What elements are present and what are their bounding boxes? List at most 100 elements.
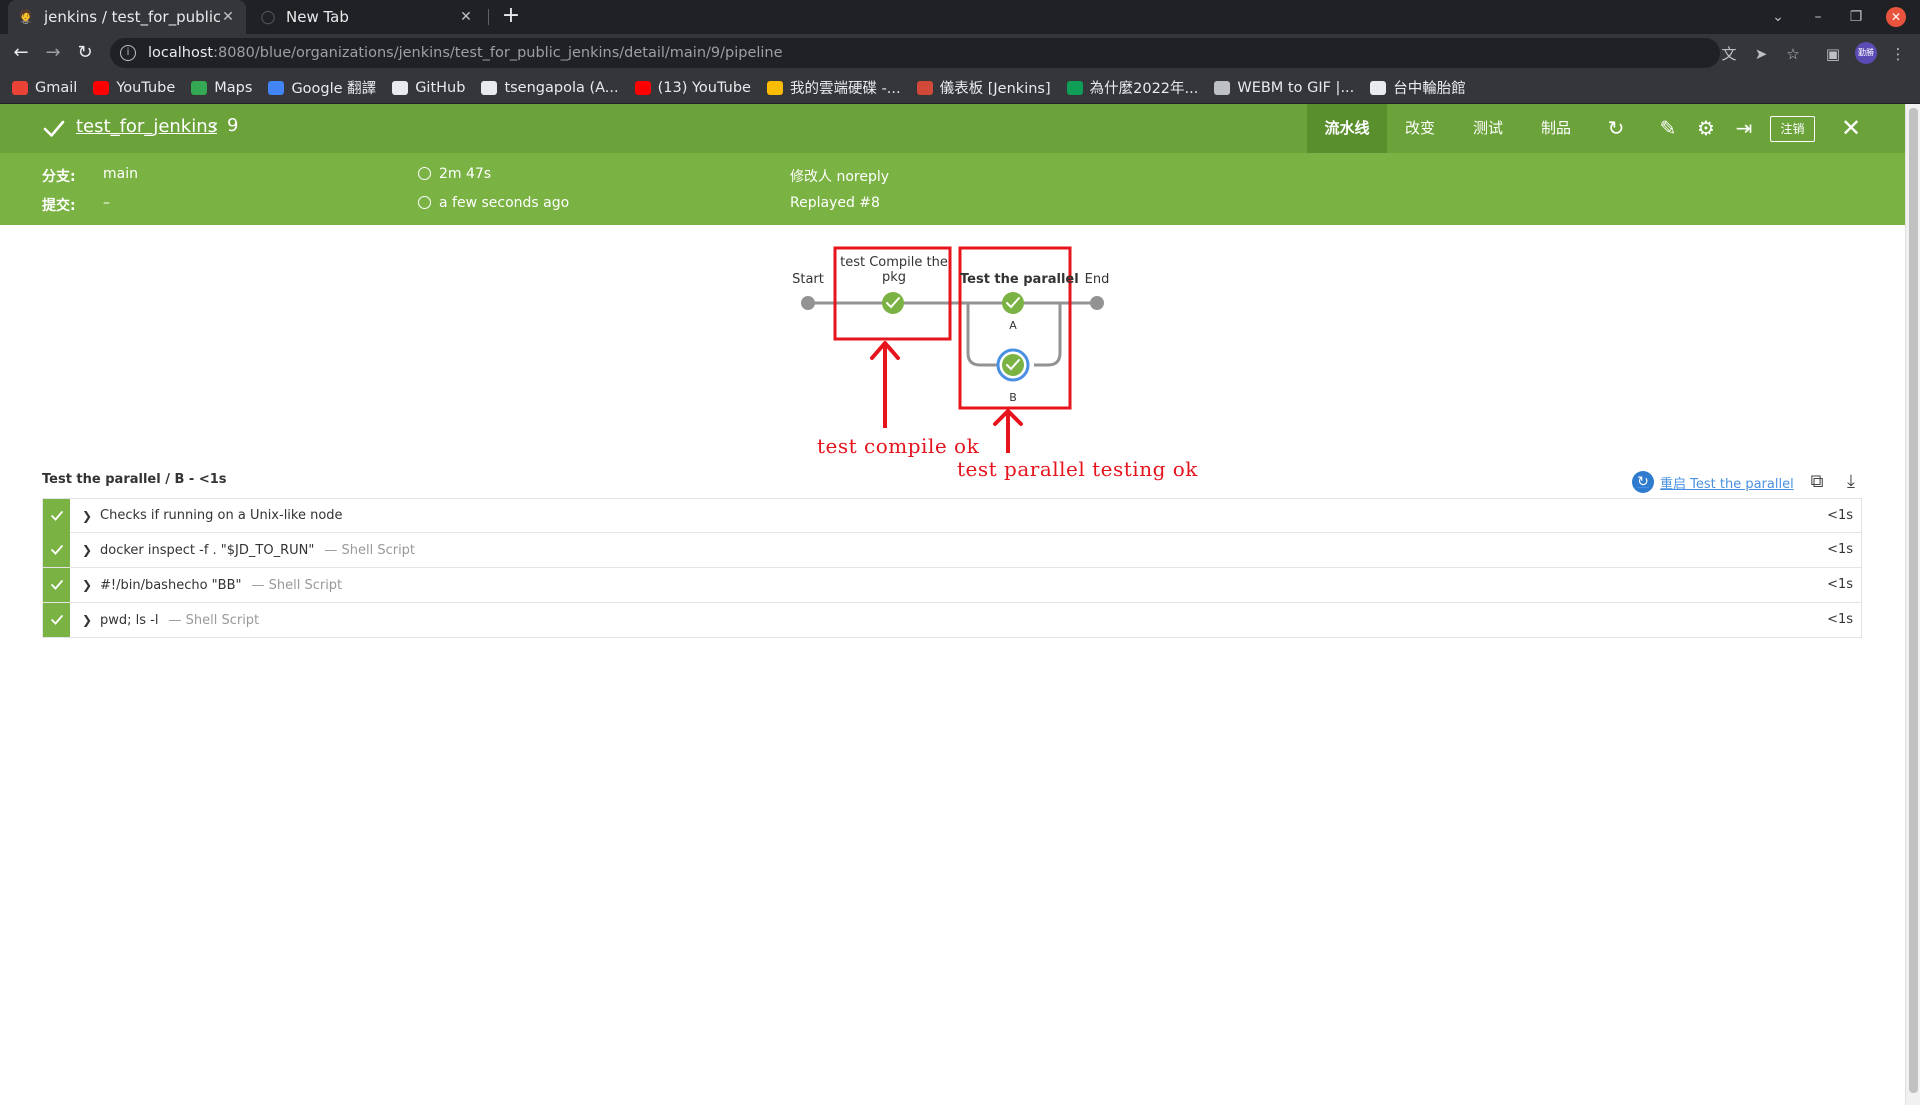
steps-list: ❯ Checks if running on a Unix-like node <1… xyxy=(42,498,1862,638)
bookmark-item[interactable]: YouTube xyxy=(93,80,175,96)
tab-changes[interactable]: 改变 xyxy=(1387,104,1453,153)
stage-compile-label-line2: pkg xyxy=(881,270,907,285)
tab-tests[interactable]: 测试 xyxy=(1455,104,1521,153)
youtube-icon xyxy=(634,80,651,95)
bookmark-item[interactable]: 台中輪胎館 xyxy=(1370,77,1466,98)
end-node xyxy=(1090,296,1104,310)
tab-search-icon[interactable]: ⌄ xyxy=(1765,0,1791,34)
open-external-icon[interactable]: ⧉ xyxy=(1806,471,1828,493)
chevron-right-icon[interactable]: ❯ xyxy=(82,509,96,523)
changes-by: 修改人 noreply xyxy=(790,169,890,185)
bookmark-item[interactable]: 我的雲端硬碟 -... xyxy=(766,77,901,98)
pipeline-name-link[interactable]: test_for_jenkins xyxy=(76,116,217,137)
translate-icon xyxy=(268,80,285,95)
steps-title: Test the parallel / B - <1s xyxy=(42,472,227,487)
rerun-icon[interactable]: ↻ xyxy=(1605,117,1627,139)
bookmark-item[interactable]: 為什麼2022年... xyxy=(1066,77,1199,98)
bookmark-item[interactable]: Maps xyxy=(191,80,252,96)
bookmark-star-icon[interactable]: ☆ xyxy=(1782,43,1804,65)
chevron-right-icon[interactable]: ❯ xyxy=(82,543,96,557)
tab-jenkins[interactable]: 🤵 jenkins / test_for_public_ ✕ xyxy=(8,0,246,34)
download-icon[interactable]: ⤓ xyxy=(1840,471,1862,493)
tab-divider xyxy=(488,9,489,25)
tab-pipeline[interactable]: 流水线 xyxy=(1307,104,1387,153)
bookmark-item[interactable]: (13) YouTube xyxy=(634,80,751,96)
stage-parallel-label[interactable]: Test the parallel xyxy=(960,272,1079,287)
annotation-compile-ok: test compile ok xyxy=(817,434,980,458)
side-panel-icon[interactable]: ▣ xyxy=(1822,43,1844,65)
step-description: pwd; ls -l xyxy=(100,612,159,628)
step-description: docker inspect -f . "$JD_TO_RUN" xyxy=(100,542,315,558)
site-info-icon[interactable]: i xyxy=(120,45,136,61)
step-duration: <1s xyxy=(1827,612,1853,627)
stage-compile-label-line1: test Compile the xyxy=(840,255,948,270)
jenkins-icon: 🤵 xyxy=(17,9,35,25)
menu-kebab-icon[interactable]: ⋮ xyxy=(1887,43,1909,65)
restore-icon[interactable]: ❐ xyxy=(1843,0,1869,34)
maps-icon xyxy=(191,80,208,95)
stage-compile-label[interactable]: test Compile the pkg xyxy=(838,255,950,285)
send-icon[interactable]: ➤ xyxy=(1750,43,1772,65)
bookmark-label: Maps xyxy=(214,79,253,96)
step-row[interactable]: ❯ Checks if running on a Unix-like node <1… xyxy=(42,498,1862,533)
close-tab-icon[interactable]: ✕ xyxy=(220,9,236,25)
bookmark-label: Gmail xyxy=(35,79,78,96)
window-close-icon[interactable]: ✕ xyxy=(1886,7,1906,27)
step-kind: — Shell Script xyxy=(251,577,343,593)
start-label: Start xyxy=(792,272,824,287)
chevron-right-icon[interactable]: ❯ xyxy=(82,578,96,592)
minimize-icon[interactable]: – xyxy=(1805,0,1831,34)
annotation-parallel-ok: test parallel testing ok xyxy=(957,457,1198,481)
step-row[interactable]: ❯ #!/bin/bashecho "BB" — Shell Script <1s xyxy=(42,568,1862,603)
chevron-left-icon[interactable]: ‹ xyxy=(211,115,219,137)
restart-icon: ↻ xyxy=(1632,471,1654,493)
classic-ui-exit-icon[interactable]: ⇥ xyxy=(1733,117,1755,139)
end-label: End xyxy=(1084,272,1110,287)
step-duration: <1s xyxy=(1827,508,1853,523)
restart-stage-link[interactable]: ↻ 重启 Test the parallel xyxy=(1632,471,1794,493)
new-tab-button[interactable]: + xyxy=(498,4,524,30)
bookmark-item[interactable]: WEBM to GIF |... xyxy=(1214,80,1354,96)
bookmark-label: GitHub xyxy=(415,79,466,96)
github-icon xyxy=(481,80,498,95)
bookmark-label: 為什麼2022年... xyxy=(1089,81,1199,97)
reload-icon[interactable]: ↻ xyxy=(74,43,96,65)
step-kind: — Shell Script xyxy=(168,612,260,628)
bookmark-item[interactable]: Google 翻譯 xyxy=(268,77,376,98)
url-field[interactable]: i localhost:8080/blue/organizations/jenk… xyxy=(110,38,1720,68)
edit-pencil-icon[interactable]: ✎ xyxy=(1657,117,1679,139)
run-number: 9 xyxy=(227,115,239,136)
branch-value: main xyxy=(103,166,138,182)
logout-button[interactable]: 注销 xyxy=(1770,116,1815,142)
address-bar-row: ← → ↻ i localhost:8080/blue/organization… xyxy=(0,34,1920,72)
back-icon[interactable]: ← xyxy=(10,43,32,65)
step-success-check-icon xyxy=(43,533,70,567)
bookmark-item[interactable]: 儀表板 [Jenkins] xyxy=(916,77,1051,98)
step-row[interactable]: ❯ pwd; ls -l — Shell Script <1s xyxy=(42,603,1862,638)
tab-new-tab[interactable]: ◯ New Tab ✕ xyxy=(250,0,484,34)
drive-icon xyxy=(766,80,783,95)
success-check-icon xyxy=(43,120,65,137)
translate-page-icon[interactable]: 文 xyxy=(1718,43,1740,65)
forward-icon[interactable]: → xyxy=(42,43,64,65)
profile-avatar[interactable]: 勤勝 xyxy=(1855,42,1877,64)
bookmark-item[interactable]: tsengapola (A... xyxy=(481,80,619,96)
step-row[interactable]: ❯ docker inspect -f . "$JD_TO_RUN" — Shell… xyxy=(42,533,1862,568)
bookmark-label: 儀表板 [Jenkins] xyxy=(939,81,1051,97)
branch-a-label: A xyxy=(1009,319,1017,332)
replayed-from[interactable]: Replayed #8 xyxy=(790,195,880,211)
close-tab-icon[interactable]: ✕ xyxy=(458,9,474,25)
bookmark-item[interactable]: Gmail xyxy=(12,80,77,96)
youtube-icon xyxy=(93,80,110,95)
gear-icon[interactable]: ⚙ xyxy=(1695,117,1717,139)
tire-icon xyxy=(1370,80,1387,95)
step-description: #!/bin/bashecho "BB" xyxy=(100,577,242,593)
chevron-right-icon[interactable]: ❯ xyxy=(82,613,96,627)
step-success-check-icon xyxy=(43,498,70,533)
close-icon[interactable]: ✕ xyxy=(1838,115,1864,141)
page-scrollbar[interactable] xyxy=(1905,104,1920,1105)
bookmark-item[interactable]: GitHub xyxy=(392,80,465,96)
start-node xyxy=(801,296,815,310)
step-kind: — Shell Script xyxy=(324,542,416,558)
tab-artifacts[interactable]: 制品 xyxy=(1523,104,1589,153)
